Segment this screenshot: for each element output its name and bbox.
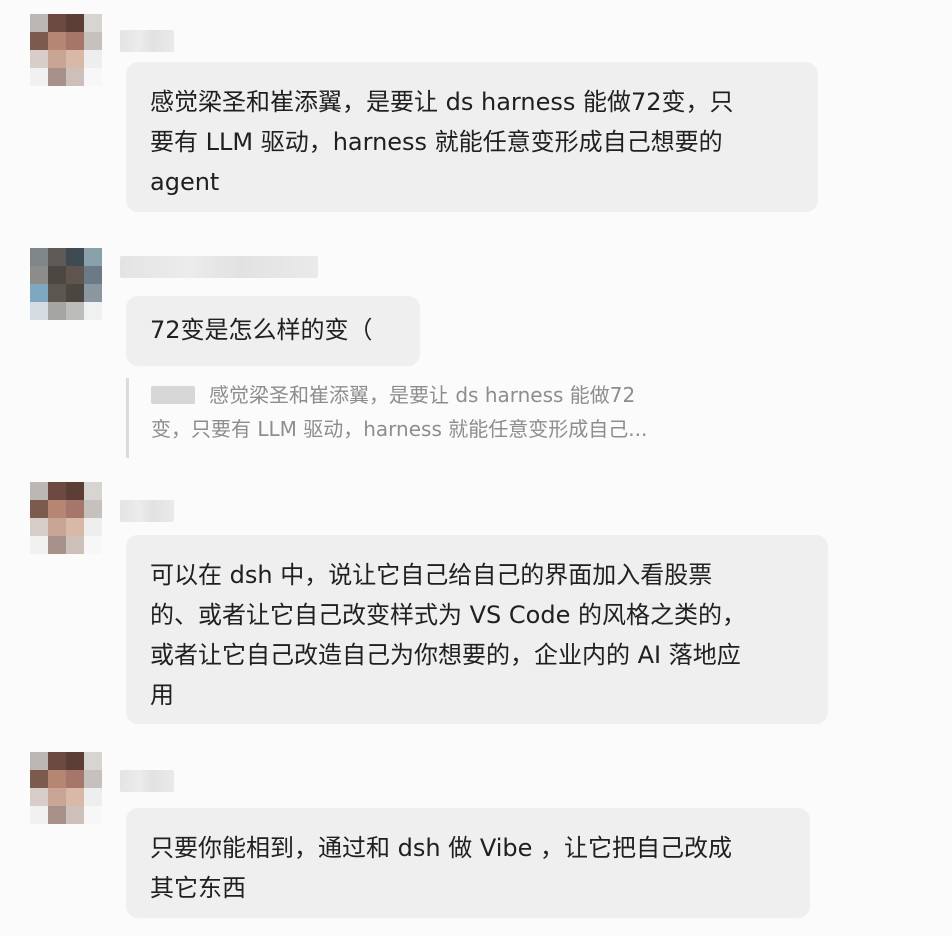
message-text-line: 可以在 dsh 中，说让它自己给自己的界面加入看股票	[150, 561, 713, 589]
message-bubble[interactable]: 感觉梁圣和崔添翼，是要让 ds harness 能做72变，只 要有 LLM 驱…	[126, 62, 818, 212]
message-text-line: agent	[150, 168, 220, 196]
sender-name	[120, 770, 174, 792]
message-text-line: 用	[150, 681, 174, 709]
message-bubble[interactable]: 72变是怎么样的变（	[126, 296, 420, 366]
message-text-line: 感觉梁圣和崔添翼，是要让 ds harness 能做72变，只	[150, 88, 734, 116]
sender-name	[120, 30, 174, 52]
sender-name	[120, 256, 318, 278]
avatar[interactable]	[30, 14, 102, 86]
message-text-line: 72变是怎么样的变（	[150, 316, 373, 344]
sender-name	[120, 500, 174, 522]
avatar[interactable]	[30, 482, 102, 554]
avatar[interactable]	[30, 248, 102, 320]
quote-author	[151, 386, 195, 404]
message-text-line: 要有 LLM 驱动，harness 就能任意变形成自己想要的	[150, 128, 723, 156]
message-text-line: 其它东西	[150, 874, 246, 902]
quote-text-line: 感觉梁圣和崔添翼，是要让 ds harness 能做72	[151, 378, 726, 412]
message-bubble[interactable]: 可以在 dsh 中，说让它自己给自己的界面加入看股票 的、或者让它自己改变样式为…	[126, 535, 828, 724]
message-text-line: 的、或者让它自己改变样式为 VS Code 的风格之类的，	[150, 601, 746, 629]
message-bubble[interactable]: 只要你能相到，通过和 dsh 做 Vibe ，让它把自己改成 其它东西	[126, 808, 810, 918]
message-text-line: 或者让它自己改造自己为你想要的，企业内的 AI 落地应	[150, 641, 741, 669]
avatar[interactable]	[30, 752, 102, 824]
reply-quote[interactable]: 感觉梁圣和崔添翼，是要让 ds harness 能做72 变，只要有 LLM 驱…	[126, 378, 726, 458]
quote-text-line: 变，只要有 LLM 驱动，harness 就能任意变形成自己...	[151, 417, 648, 441]
message-text-line: 只要你能相到，通过和 dsh 做 Vibe ，让它把自己改成	[150, 834, 733, 862]
